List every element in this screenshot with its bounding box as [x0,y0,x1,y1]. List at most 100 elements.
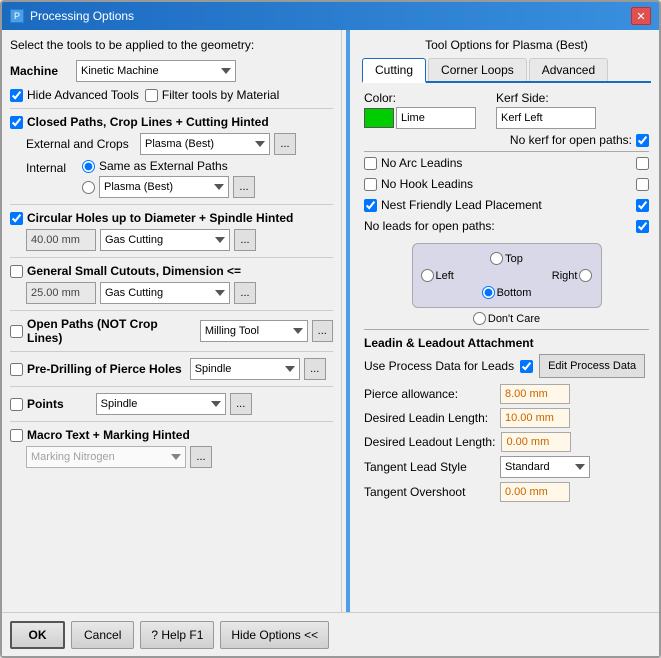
hide-advanced-tools-checkbox[interactable]: Hide Advanced Tools [10,88,139,102]
bottom-row: Bottom [421,286,593,299]
use-process-row: Use Process Data for Leads Edit Process … [364,354,649,378]
use-process-label: Use Process Data for Leads [364,359,514,373]
right-label: Right [552,270,578,282]
main-window: P Processing Options ✕ Select the tools … [0,0,661,658]
tab-corner-loops[interactable]: Corner Loops [428,58,527,81]
cancel-button[interactable]: Cancel [71,621,134,649]
machine-label: Machine [10,64,70,78]
nest-friendly-label: Nest Friendly Lead Placement [381,198,542,212]
close-button[interactable]: ✕ [631,7,651,25]
internal-dropdown[interactable]: Plasma (Best) [99,176,229,198]
external-crops-dots[interactable]: ... [274,133,296,155]
lead-position-grid: Top Left Right [412,243,602,308]
predrilling-dots[interactable]: ... [304,358,326,380]
dont-care-row: Don't Care [364,312,649,325]
dont-care-label[interactable]: Don't Care [364,312,649,325]
help-button[interactable]: ? Help F1 [140,621,214,649]
kerf-label: Kerf Side: [496,91,596,105]
top-radio[interactable] [490,252,503,265]
right-tab-content: Color: Lime Kerf Side: Kerf Left [362,91,651,502]
nest-friendly-checkbox[interactable] [364,199,377,212]
filter-material-checkbox[interactable]: Filter tools by Material [145,88,279,102]
open-paths-dropdown[interactable]: Milling Tool [200,320,308,342]
no-kerf-checkbox[interactable] [636,134,649,147]
hide-options-button[interactable]: Hide Options << [220,621,329,649]
leadout-length-row: Desired Leadout Length: [364,432,649,452]
tangent-overshoot-row: Tangent Overshoot [364,482,649,502]
circular-holes-checkbox[interactable] [10,212,23,225]
pierce-input[interactable] [500,384,570,404]
open-paths-checkbox[interactable] [10,325,23,338]
leadout-length-input[interactable] [501,432,571,452]
edit-process-button[interactable]: Edit Process Data [539,354,645,378]
general-small-dots[interactable]: ... [234,282,256,304]
tab-advanced[interactable]: Advanced [529,58,608,81]
tangent-overshoot-input[interactable] [500,482,570,502]
tangent-style-dropdown[interactable]: Standard [500,456,590,478]
general-small-checkbox[interactable] [10,265,23,278]
points-checkbox[interactable] [10,398,23,411]
color-dropdown[interactable]: Lime [396,107,476,129]
top-radio-label[interactable]: Top [490,252,523,265]
closed-paths-checkbox[interactable] [10,116,23,129]
leadin-length-row: Desired Leadin Length: [364,408,649,428]
macro-text-dots[interactable]: ... [190,446,212,468]
no-arc-row: No Arc Leadins [364,156,649,170]
right-radio-label[interactable]: Right [552,269,593,282]
macro-text-checkbox[interactable] [10,429,23,442]
general-small-header: General Small Cutouts, Dimension <= [10,264,333,278]
predrilling-checkbox[interactable] [10,363,23,376]
internal-radio2-label[interactable] [82,181,95,194]
footer: OK Cancel ? Help F1 Hide Options << [2,612,659,656]
circular-holes-row: Gas Cutting ... [10,229,333,251]
predrilling-dropdown[interactable]: Spindle [190,358,300,380]
left-radio-label[interactable]: Left [421,269,454,282]
points-dots[interactable]: ... [230,393,252,415]
points-header-row: Points Spindle ... [10,393,333,415]
no-hook-label: No Hook Leadins [381,177,473,191]
no-leads-open-row: No leads for open paths: [364,219,649,233]
predrilling-label: Pre-Drilling of Pierce Holes [27,362,182,376]
internal-options: Same as External Paths Plasma (Best) ... [82,159,255,198]
leadin-length-input[interactable] [500,408,570,428]
vertical-divider [346,30,350,612]
no-hook-right-checkbox[interactable] [636,178,649,191]
circular-diameter-input[interactable] [26,229,96,251]
right-radio[interactable] [579,269,592,282]
general-small-tool-dropdown[interactable]: Gas Cutting [100,282,230,304]
left-label: Left [436,270,454,282]
points-dropdown[interactable]: Spindle [96,393,226,415]
internal-radio1[interactable]: Same as External Paths [82,159,255,173]
no-hook-checkbox[interactable] [364,178,377,191]
tab-cutting[interactable]: Cutting [362,58,426,83]
use-process-checkbox[interactable] [520,360,533,373]
macro-text-dropdown[interactable]: Marking Nitrogen [26,446,186,468]
bottom-radio[interactable] [482,286,495,299]
open-paths-dots[interactable]: ... [312,320,333,342]
no-leads-checkbox[interactable] [636,220,649,233]
left-radio[interactable] [421,269,434,282]
circular-dots[interactable]: ... [234,229,256,251]
circular-tool-dropdown[interactable]: Gas Cutting [100,229,230,251]
machine-dropdown[interactable]: Kinetic Machine [76,60,236,82]
dont-care-radio[interactable] [473,312,486,325]
middle-row: Left Right [421,269,593,282]
points-label: Points [27,397,64,411]
general-small-dim-input[interactable] [26,282,96,304]
kerf-dropdown[interactable]: Kerf Left [496,107,596,129]
no-arc-checkbox[interactable] [364,157,377,170]
left-panel: Select the tools to be applied to the ge… [2,30,342,612]
internal-dots[interactable]: ... [233,176,255,198]
tangent-overshoot-label: Tangent Overshoot [364,485,494,499]
no-arc-right-checkbox[interactable] [636,157,649,170]
ok-button[interactable]: OK [10,621,65,649]
predrilling-header-row: Pre-Drilling of Pierce Holes Spindle ... [10,358,333,380]
bottom-radio-label[interactable]: Bottom [482,286,532,299]
internal-radio2-row: Plasma (Best) ... [82,176,255,198]
external-crops-dropdown[interactable]: Plasma (Best) [140,133,270,155]
leadin-section: Leadin & Leadout Attachment Use Process … [364,336,649,502]
app-icon: P [10,9,24,23]
instruction-text: Select the tools to be applied to the ge… [10,38,333,52]
nest-friendly-right-checkbox[interactable] [636,199,649,212]
general-small-row: Gas Cutting ... [10,282,333,304]
